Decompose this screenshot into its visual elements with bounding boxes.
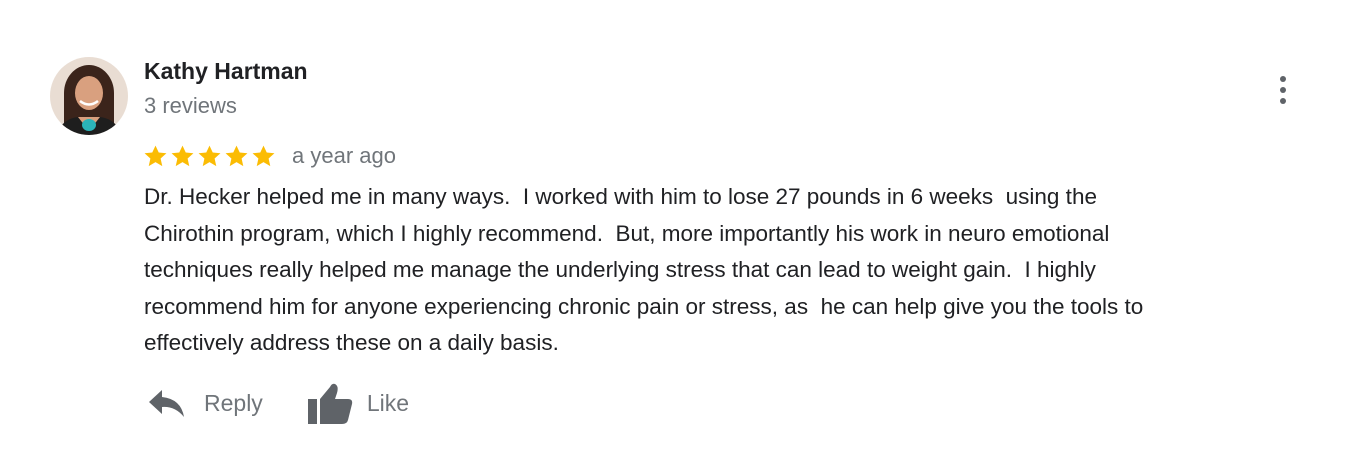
thumbs-up-icon [307, 383, 352, 424]
rating-row: a year ago [143, 140, 396, 172]
more-options-icon[interactable] [1268, 70, 1298, 110]
reply-button[interactable]: Reply [148, 388, 263, 418]
star-icon [224, 144, 249, 169]
reply-label: Reply [204, 389, 263, 416]
author-name[interactable]: Kathy Hartman [144, 58, 308, 85]
review-time: a year ago [292, 143, 396, 168]
more-options-dot [1280, 98, 1286, 104]
avatar[interactable] [50, 57, 128, 135]
star-icon [170, 144, 195, 169]
reply-icon [149, 390, 184, 417]
star-icon [197, 144, 222, 169]
author-review-count[interactable]: 3 reviews [144, 93, 237, 119]
star-icon [251, 144, 276, 169]
review-text: Dr. Hecker helped me in many ways. I wor… [144, 184, 1144, 355]
star-rating [143, 144, 276, 169]
avatar-photo [50, 57, 128, 135]
more-options-dot [1280, 76, 1286, 82]
more-options-dot [1280, 87, 1286, 93]
review-actions: Reply Like [148, 380, 409, 426]
like-label: Like [366, 389, 410, 416]
like-button[interactable]: Like [307, 382, 410, 424]
star-icon [143, 144, 168, 169]
